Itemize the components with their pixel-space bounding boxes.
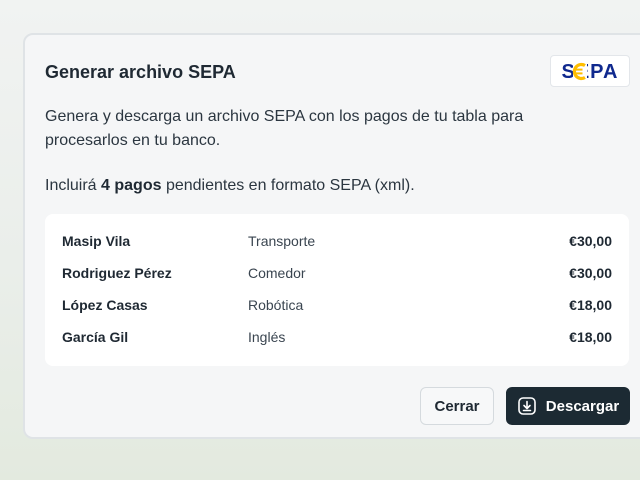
payment-row: García Gil Inglés €18,00 xyxy=(45,322,629,354)
payment-concept: Inglés xyxy=(248,329,286,345)
payment-row: Masip Vila Transporte €30,00 xyxy=(45,226,629,258)
payment-concept: Robótica xyxy=(248,297,304,313)
payment-name: López Casas xyxy=(62,297,148,313)
download-button[interactable]: Descargar xyxy=(506,387,630,425)
dialog-title: Generar archivo SEPA xyxy=(45,62,236,82)
payment-amount: €18,00 xyxy=(569,297,612,313)
sepa-dialog: Generar archivo SEPA SEPA Genera y desca… xyxy=(23,33,640,439)
payments-summary: Incluirá 4 pagos pendientes en formato S… xyxy=(45,174,415,198)
sepa-logo-text: SEPA xyxy=(562,61,619,83)
payment-concept: Comedor xyxy=(248,265,306,281)
payment-name: Rodriguez Pérez xyxy=(62,265,172,281)
sepa-logo: SEPA xyxy=(550,55,630,87)
payment-row: Rodriguez Pérez Comedor €30,00 xyxy=(45,258,629,290)
close-button-label: Cerrar xyxy=(434,397,480,415)
download-button-label: Descargar xyxy=(545,397,620,415)
payment-amount: €30,00 xyxy=(569,265,612,281)
payment-name: Masip Vila xyxy=(62,233,131,249)
euro-symbol xyxy=(572,62,587,81)
download-icon xyxy=(517,396,537,416)
payment-row: López Casas Robótica €18,00 xyxy=(45,290,629,322)
payment-count: 4 pagos xyxy=(101,177,162,194)
dialog-description: Genera y descarga un archivo SEPA con lo… xyxy=(45,108,524,149)
payment-amount: €18,00 xyxy=(569,329,612,345)
summary-prefix: Incluirá xyxy=(45,177,102,194)
payment-amount: €30,00 xyxy=(569,233,612,249)
summary-suffix: pendientes en formato SEPA (xml). xyxy=(161,177,415,194)
close-button[interactable]: Cerrar xyxy=(420,387,494,425)
payments-table: Masip Vila Transporte €30,00 Rodriguez P… xyxy=(45,214,629,366)
payment-concept: Transporte xyxy=(248,233,316,249)
payment-name: García Gil xyxy=(62,329,129,345)
